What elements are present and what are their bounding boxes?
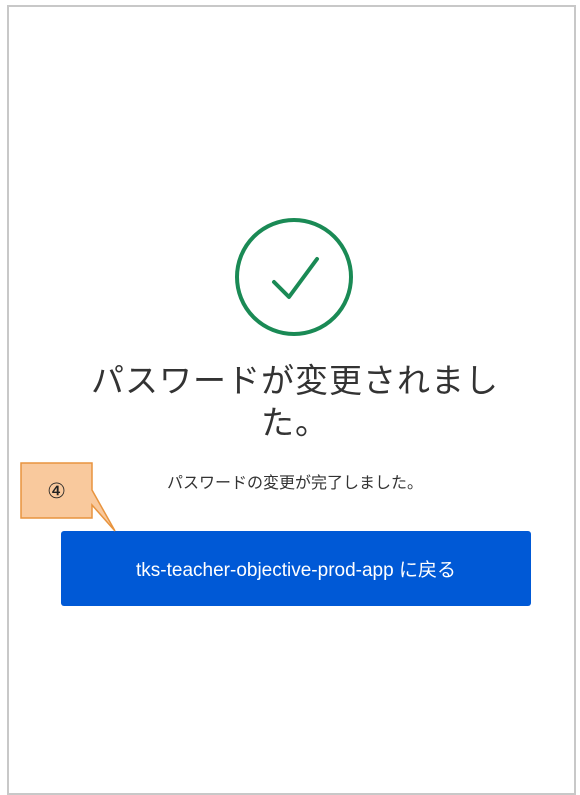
confirmation-message: パスワードの変更が完了しました。 xyxy=(166,473,423,492)
callout-number: ④ xyxy=(47,478,66,503)
page-title: パスワードが変更されました。 xyxy=(91,361,499,442)
return-to-app-button[interactable]: tks-teacher-objective-prod-app に戻る xyxy=(61,531,531,606)
checkmark-circle-icon xyxy=(235,218,353,336)
